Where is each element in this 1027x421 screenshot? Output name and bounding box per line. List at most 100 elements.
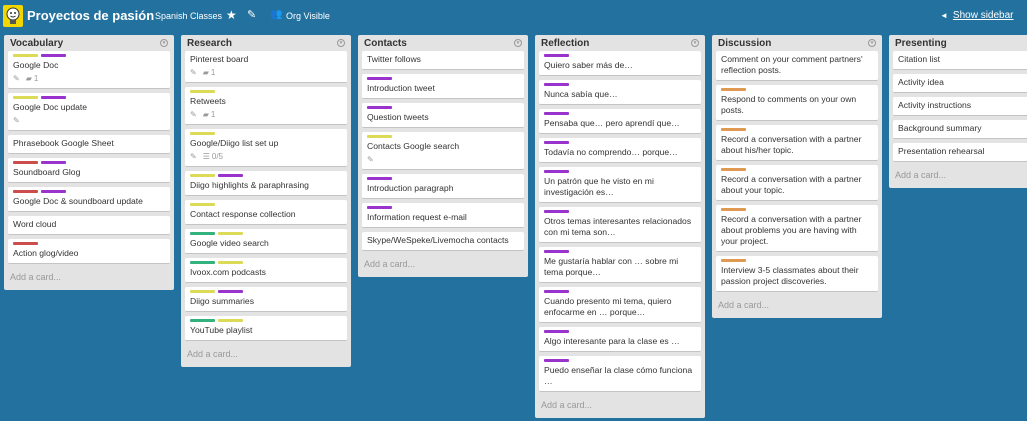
card-title: Google Doc update [13,102,88,112]
add-card-link[interactable]: Add a card... [539,396,701,418]
card[interactable]: Quiero saber más de… [539,51,701,76]
triangle-left-icon: ◄ [940,11,948,20]
card-title: Twitter follows [367,54,421,64]
org-name-link[interactable]: Spanish Classes [155,11,222,21]
card[interactable]: Comment on your comment partners' reflec… [716,51,878,81]
list-menu-icon[interactable]: ▾ [691,39,699,47]
card[interactable]: Respond to comments on your own posts. [716,85,878,121]
list-menu-icon[interactable]: ▾ [337,39,345,47]
card[interactable]: Nunca sabía que… [539,80,701,105]
card[interactable]: Twitter follows [362,51,524,70]
list-presenting[interactable]: Presenting Citation list Activity idea Acti… [889,35,1027,188]
card[interactable]: Diigo highlights & paraphrasing [185,171,347,196]
show-sidebar-button[interactable]: ◄ Show sidebar [940,10,1014,21]
card[interactable]: Contact response collection [185,200,347,225]
card[interactable]: Puedo enseñar la clase cómo funciona … [539,356,701,392]
list-reflection[interactable]: Reflection ▾ Quiero saber más de… Nunca sab… [535,35,705,418]
label-yellow [190,203,215,206]
card[interactable]: Word cloud [8,216,170,235]
list-header[interactable]: Research ▾ [185,35,347,51]
add-card-link[interactable]: Add a card... [893,166,1027,188]
comment-icon: ▰ [202,110,209,119]
card[interactable]: Information request e-mail [362,203,524,228]
card-title: Action glog/video [13,248,79,258]
list-header[interactable]: Discussion ▾ [716,35,878,51]
list-header[interactable]: Reflection ▾ [539,35,701,51]
card[interactable]: Un patrón que he visto en mi investigaci… [539,167,701,203]
list-title[interactable]: Presenting [895,38,947,49]
card-labels [190,132,342,135]
card[interactable]: Google Doc ✎ ▰ 1 [8,51,170,89]
card-title: Phrasebook Google Sheet [13,138,114,148]
card[interactable]: Algo interesante para la clase es … [539,327,701,352]
card[interactable]: Activity idea [893,74,1027,93]
card[interactable]: YouTube playlist [185,316,347,341]
add-card-link[interactable]: Add a card... [185,345,347,367]
add-card-link[interactable]: Add a card... [8,268,170,290]
card[interactable]: Otros temas interesantes relacionados co… [539,207,701,243]
star-icon[interactable]: ★ [226,8,237,22]
list-title[interactable]: Contacts [364,38,407,49]
card[interactable]: Pinterest board ✎ ▰ 1 [185,51,347,83]
card[interactable]: Presentation rehearsal [893,143,1027,162]
add-card-link[interactable]: Add a card... [362,255,524,277]
list-header[interactable]: Presenting [893,35,1027,51]
label-yellow [218,261,243,264]
card[interactable]: Google Doc & soundboard update [8,187,170,212]
card-labels [13,190,165,193]
list-title[interactable]: Vocabulary [10,38,63,49]
card[interactable]: Pensaba que… pero aprendí que… [539,109,701,134]
card-labels [721,208,873,211]
org-people-icon[interactable]: 👥 [270,9,282,20]
card[interactable]: Question tweets [362,103,524,128]
label-purple [41,190,66,193]
card[interactable]: Google video search [185,229,347,254]
card-title: Record a conversation with a partner abo… [721,134,862,155]
card[interactable]: Record a conversation with a partner abo… [716,205,878,252]
add-card-link[interactable]: Add a card... [716,296,878,318]
label-purple [41,96,66,99]
visibility-label[interactable]: Org Visible [286,11,330,21]
list-contacts[interactable]: Contacts ▾ Twitter follows Introduction twe… [358,35,528,277]
card[interactable]: Google/Diigo list set up ✎ ☰ 0/5 [185,129,347,167]
card[interactable]: Diigo summaries [185,287,347,312]
card-labels [544,330,696,333]
list-header[interactable]: Vocabulary ▾ [8,35,170,51]
list-research[interactable]: Research ▾ Pinterest board ✎ ▰ 1 Retweets ✎ ▰ 1 Go… [181,35,351,367]
list-menu-icon[interactable]: ▾ [868,39,876,47]
card[interactable]: Background summary [893,120,1027,139]
card[interactable]: Introduction paragraph [362,174,524,199]
card[interactable]: Retweets ✎ ▰ 1 [185,87,347,125]
card[interactable]: Record a conversation with a partner abo… [716,125,878,161]
card[interactable]: Skype/WeSpeke/Livemocha contacts [362,232,524,251]
pencil-icon[interactable]: ✎ [247,8,256,21]
card[interactable]: Me gustaría hablar con … sobre mi tema p… [539,247,701,283]
label-purple [41,54,66,57]
board-title[interactable]: Proyectos de pasión [27,8,154,23]
card[interactable]: Activity instructions [893,97,1027,116]
card[interactable]: Phrasebook Google Sheet [8,135,170,154]
list-title[interactable]: Discussion [718,38,771,49]
list-menu-icon[interactable]: ▾ [160,39,168,47]
card[interactable]: Soundboard Glog [8,158,170,183]
card[interactable]: Action glog/video [8,239,170,264]
list-header[interactable]: Contacts ▾ [362,35,524,51]
card[interactable]: Cuando presento mi tema, quiero enfocarm… [539,287,701,323]
card[interactable]: Citation list [893,51,1027,70]
lightbulb-logo-icon[interactable] [3,5,23,27]
list-title[interactable]: Reflection [541,38,589,49]
card[interactable]: Todavía no comprendo… porque… [539,138,701,163]
card[interactable]: Introduction tweet [362,74,524,99]
card-labels [544,54,696,57]
card[interactable]: Google Doc update ✎ [8,93,170,131]
card-labels [367,106,519,109]
card[interactable]: Ivoox.com podcasts [185,258,347,283]
list-title[interactable]: Research [187,38,232,49]
list-menu-icon[interactable]: ▾ [514,39,522,47]
list-vocabulary[interactable]: Vocabulary ▾ Google Doc ✎ ▰ 1 Google Doc updat… [4,35,174,290]
card[interactable]: Record a conversation with a partner abo… [716,165,878,201]
card[interactable]: Interview 3-5 classmates about their pas… [716,256,878,292]
label-yellow [218,232,243,235]
card[interactable]: Contacts Google search ✎ [362,132,524,170]
list-discussion[interactable]: Discussion ▾ Comment on your comment partn… [712,35,882,318]
